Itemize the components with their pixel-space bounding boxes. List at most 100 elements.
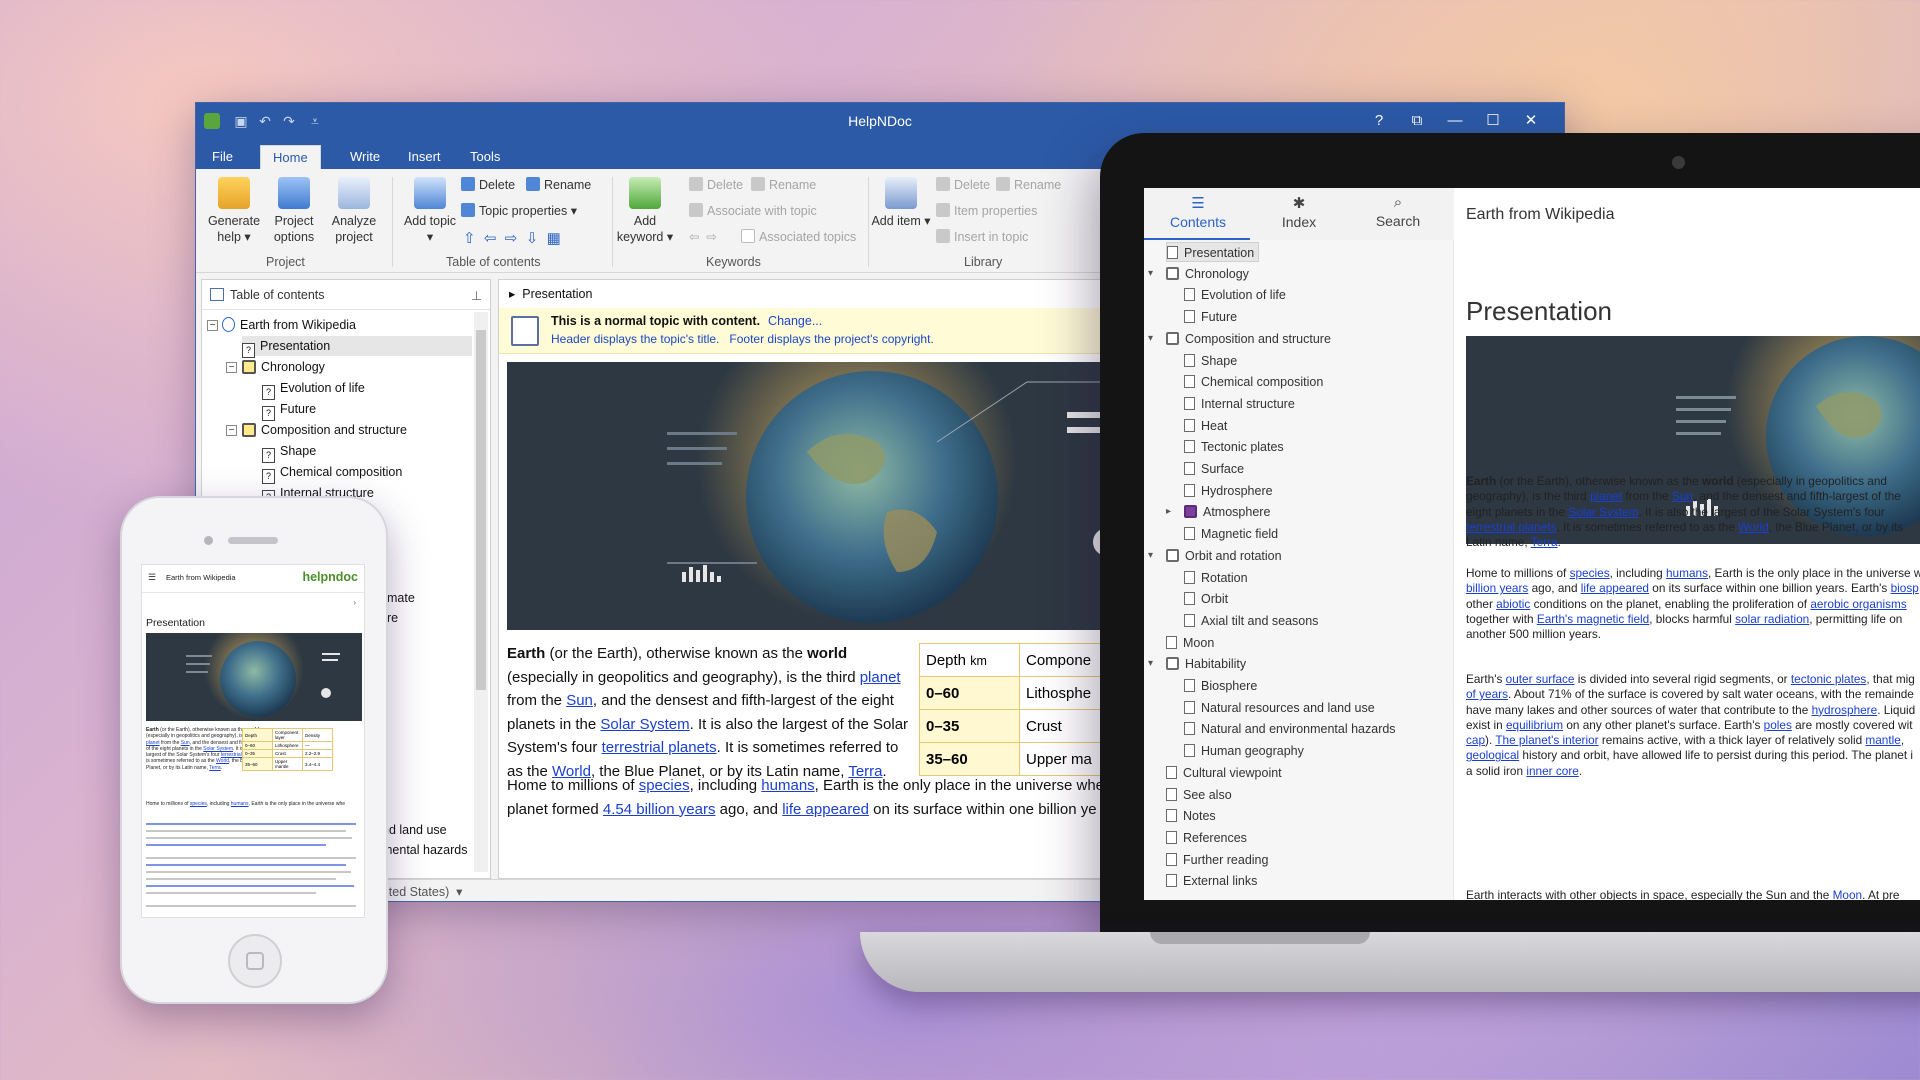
- link-sun[interactable]: Sun: [1672, 489, 1693, 503]
- toc-item-root[interactable]: Earth from Wikipedia: [222, 315, 356, 335]
- toc-item-shape[interactable]: ? Shape: [262, 441, 316, 463]
- collapse-arrow-icon[interactable]: ▾: [1148, 268, 1153, 279]
- toc-delete-button[interactable]: Delete: [461, 177, 515, 192]
- keyword-move-arrows[interactable]: ⇦ ⇨: [689, 229, 724, 244]
- toc-item-chemical[interactable]: ? Chemical composition: [262, 462, 402, 484]
- link-humans[interactable]: humans: [1666, 566, 1708, 580]
- associate-with-topic-button[interactable]: Associate with topic: [689, 203, 817, 218]
- link-terrestrial-planets[interactable]: terrestrial planets: [1466, 520, 1556, 534]
- link-billion-years[interactable]: 4.54 billion years: [603, 801, 716, 818]
- topic-paragraph-1[interactable]: Earth (or the Earth), otherwise known as…: [1466, 474, 1920, 550]
- change-link[interactable]: Change...: [768, 314, 822, 328]
- toc-rename-button[interactable]: Rename: [526, 177, 591, 192]
- hamburger-menu-icon[interactable]: ☰: [148, 572, 156, 583]
- toc-scrollbar[interactable]: [474, 312, 488, 872]
- toc-item-evolution[interactable]: ? Evolution of life: [262, 378, 365, 400]
- tab-tools[interactable]: Tools: [458, 145, 512, 169]
- link-hydrosphere[interactable]: hydrosphere: [1812, 703, 1878, 717]
- help-toc-item[interactable]: External links: [1166, 871, 1257, 891]
- link-life-appeared[interactable]: life appeared: [1581, 581, 1649, 595]
- link-terrestrial-planets[interactable]: terrestrial planets: [602, 739, 717, 756]
- link-humans[interactable]: humans: [761, 777, 814, 794]
- toc-item-partial[interactable]: re: [387, 608, 398, 628]
- collapse-toggle[interactable]: −: [226, 425, 237, 436]
- help-toc-item[interactable]: Natural and environmental hazards: [1184, 719, 1396, 739]
- tab-index[interactable]: ✱ Index: [1251, 194, 1347, 230]
- footer-info-link[interactable]: Footer displays the project's copyright.: [729, 332, 933, 346]
- collapse-toggle[interactable]: −: [226, 362, 237, 373]
- help-toc-item[interactable]: Shape: [1184, 351, 1237, 371]
- link-solar-system[interactable]: Solar System: [600, 716, 689, 733]
- help-toc-item[interactable]: See also: [1166, 785, 1232, 805]
- topic-properties-button[interactable]: Topic properties ▾: [461, 203, 577, 218]
- collapse-toggle[interactable]: −: [207, 320, 218, 331]
- link-planet[interactable]: planet: [1590, 489, 1622, 503]
- link-outer-surface[interactable]: outer surface: [1506, 672, 1575, 686]
- expand-arrow-icon[interactable]: ▸: [1166, 506, 1171, 517]
- associated-topics-checkbox[interactable]: Associated topics: [741, 229, 856, 244]
- link-solar-system[interactable]: Solar System: [1568, 505, 1638, 519]
- pin-icon[interactable]: ⊥: [471, 288, 482, 303]
- library-rename-button[interactable]: Rename: [996, 177, 1061, 192]
- breadcrumb[interactable]: ▸ Presentation: [509, 286, 592, 301]
- help-toc-item[interactable]: Rotation: [1184, 568, 1248, 588]
- generate-help-button[interactable]: Generate help ▾: [204, 177, 264, 245]
- scrollbar-thumb[interactable]: [476, 330, 486, 690]
- link-moon[interactable]: Moon: [1833, 888, 1863, 900]
- help-toc-item[interactable]: Orbit and rotation: [1166, 546, 1282, 566]
- toc-item-partial[interactable]: mental hazards: [382, 840, 467, 860]
- link-sun[interactable]: Sun: [181, 740, 190, 746]
- link-cap[interactable]: cap: [1466, 733, 1485, 747]
- maximize-button[interactable]: ☐: [1480, 109, 1506, 133]
- move-topic-arrows[interactable]: ⇧ ⇦ ⇨ ⇩ ▦: [463, 229, 561, 247]
- item-properties-button[interactable]: Item properties: [936, 203, 1037, 218]
- topic-paragraph-4[interactable]: Earth interacts with other objects in sp…: [1466, 888, 1920, 900]
- help-toc-item[interactable]: Cultural viewpoint: [1166, 763, 1282, 783]
- analyze-project-button[interactable]: Analyze project: [324, 177, 384, 245]
- help-toc-item[interactable]: Hydrosphere: [1184, 481, 1273, 501]
- link-aerobic-organisms[interactable]: aerobic organisms: [1810, 597, 1906, 611]
- help-toc-item[interactable]: Orbit: [1184, 589, 1228, 609]
- help-toc-item[interactable]: Biosphere: [1184, 676, 1257, 696]
- help-toc-item[interactable]: Notes: [1166, 806, 1216, 826]
- help-toc-item[interactable]: Magnetic field: [1184, 524, 1278, 544]
- link-abiotic[interactable]: abiotic: [1496, 597, 1530, 611]
- link-tectonic-plates[interactable]: tectonic plates: [1791, 672, 1866, 686]
- topic-paragraph-3[interactable]: Earth's outer surface is divided into se…: [1466, 672, 1920, 779]
- help-toc-item[interactable]: Evolution of life: [1184, 285, 1286, 305]
- link-planet[interactable]: planet: [146, 740, 160, 746]
- link-solar-system[interactable]: Solar System: [203, 746, 233, 752]
- topic-paragraph-1[interactable]: Earth (or the Earth), otherwise known as…: [507, 642, 917, 783]
- link-planet-interior[interactable]: The planet's interior: [1495, 733, 1598, 747]
- link-planet[interactable]: planet: [860, 669, 901, 686]
- toc-item-future[interactable]: ? Future: [262, 399, 316, 421]
- tab-search[interactable]: ⌕ Search: [1350, 194, 1446, 229]
- link-species[interactable]: species: [639, 777, 690, 794]
- help-toc-item[interactable]: Human geography: [1184, 741, 1304, 761]
- link-billion-years[interactable]: billion years: [1466, 581, 1528, 595]
- toc-item-presentation[interactable]: ? Presentation: [242, 336, 472, 358]
- help-toc-item[interactable]: Internal structure: [1184, 394, 1295, 414]
- link-world[interactable]: World: [216, 758, 229, 764]
- link-magnetic-field[interactable]: Earth's magnetic field: [1537, 612, 1649, 626]
- link-terra[interactable]: Terra: [1531, 535, 1558, 549]
- link-humans[interactable]: humans: [231, 801, 249, 807]
- library-delete-button[interactable]: Delete: [936, 177, 990, 192]
- minimize-button[interactable]: —: [1442, 109, 1468, 133]
- link-mantle[interactable]: mantle: [1865, 733, 1900, 747]
- collapse-arrow-icon[interactable]: ▾: [1148, 333, 1153, 344]
- link-world[interactable]: World: [1738, 520, 1769, 534]
- tab-write[interactable]: Write: [338, 145, 392, 169]
- tab-file[interactable]: File: [200, 145, 245, 169]
- help-toc-item[interactable]: Surface: [1184, 459, 1244, 479]
- help-toc-item[interactable]: Future: [1184, 307, 1237, 327]
- help-toc-item[interactable]: Further reading: [1166, 850, 1268, 870]
- phone-paragraph-2[interactable]: Home to millions of species, including h…: [146, 801, 360, 807]
- link-biosphere[interactable]: biosp: [1891, 581, 1919, 595]
- tab-home[interactable]: Home: [260, 145, 321, 169]
- add-topic-button[interactable]: Add topic ▾: [400, 177, 460, 245]
- help-toc-item[interactable]: Chronology: [1166, 264, 1249, 284]
- add-item-button[interactable]: Add item ▾: [871, 177, 931, 229]
- project-options-button[interactable]: Project options: [264, 177, 324, 245]
- link-equilibrium[interactable]: equilibrium: [1506, 718, 1563, 732]
